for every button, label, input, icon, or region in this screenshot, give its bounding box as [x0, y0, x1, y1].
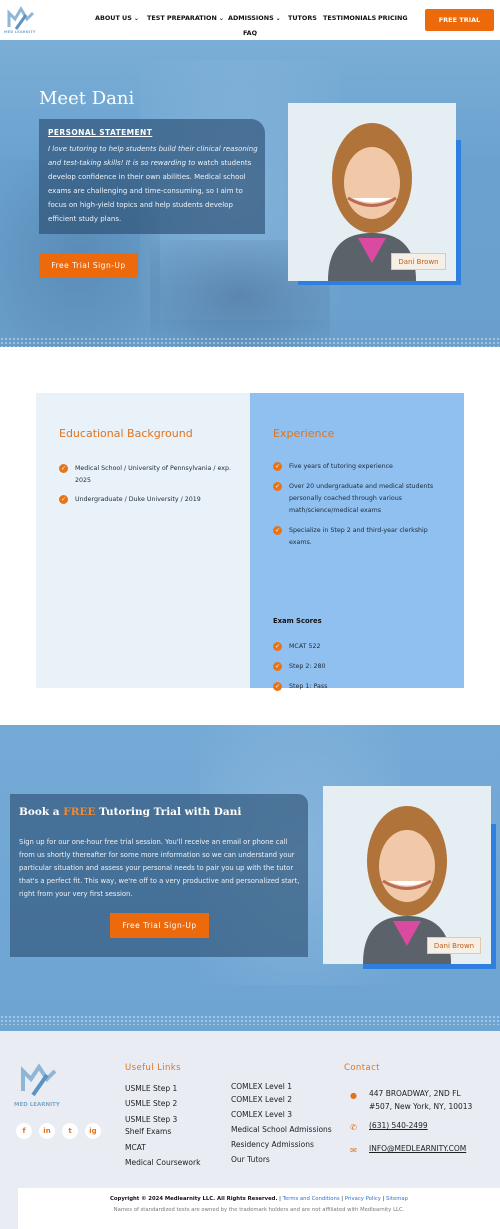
experience-item-text: Five years of tutoring experience [289, 463, 393, 470]
personal-statement-heading: PERSONAL STATEMENT [48, 128, 153, 137]
copyright-text: Copyright © 2024 Medlearnity LLC. All Ri… [110, 1196, 278, 1202]
experience-item-text: Specialize in Step 2 and third-year cler… [289, 527, 428, 546]
check-icon: ✓ [59, 495, 68, 504]
free-trial-signup-button[interactable]: Free Trial Sign-Up [39, 253, 138, 278]
trial-section: Book a FREE Tutoring Trial with Dani Sig… [0, 725, 500, 1031]
nav-faq[interactable]: FAQ [243, 29, 257, 37]
experience-title: Experience [273, 427, 335, 440]
exam-scores-title: Exam Scores [273, 617, 322, 625]
experience-item-text: Over 20 undergraduate and medical studen… [289, 483, 434, 514]
experience-panel: Experience ✓ Five years of tutoring expe… [250, 393, 464, 691]
chevron-down-icon: ⌄ [275, 15, 281, 22]
nav-admissions[interactable]: ADMISSIONS ⌄ [228, 14, 281, 22]
tutor-name-badge: Dani Brown [391, 253, 446, 270]
phone-link[interactable]: (631) 540-2499 [369, 1120, 428, 1132]
check-icon: ✓ [273, 642, 282, 651]
footer-logo-text: MED LEARNITY [14, 1102, 60, 1108]
footer-link[interactable]: Medical Coursework [125, 1158, 200, 1167]
dot-divider [0, 337, 500, 347]
footer-link[interactable]: Shelf Exams [125, 1127, 171, 1136]
check-icon: ✓ [273, 662, 282, 671]
education-title: Educational Background [59, 427, 193, 440]
contact-title: Contact [344, 1063, 380, 1073]
address-line-1: 447 BROADWAY, 2ND FL [369, 1089, 461, 1098]
footer-link[interactable]: USMLE Step 3 [125, 1115, 177, 1124]
trial-description: Sign up for our one-hour free trial sess… [19, 838, 300, 898]
privacy-link[interactable]: Privacy Policy [345, 1196, 381, 1202]
trial-title-post: Tutoring Trial with Dani [95, 806, 242, 818]
address-line-2: #507, New York, NY, 10013 [369, 1102, 473, 1111]
nav-test-preparation[interactable]: TEST PREPARATION ⌄ [147, 14, 224, 22]
dot-divider [0, 1015, 500, 1025]
footer-link[interactable]: Our Tutors [231, 1155, 270, 1164]
exam-score-text: Step 2: 280 [289, 663, 326, 670]
site-header: MED LEARNITY ABOUT US ⌄ TEST PREPARATION ⌄… [0, 0, 500, 40]
nav-tutors[interactable]: TUTORS [288, 14, 317, 22]
trial-title-pre: Book a [19, 806, 64, 818]
tutor-name-badge: Dani Brown [427, 937, 481, 954]
nav-testimonials[interactable]: TESTIMONIALS [323, 14, 376, 22]
education-panel: Educational Background ✓ Medical School … [36, 393, 250, 688]
education-item-text: Undergraduate / Duke University / 2019 [75, 496, 201, 503]
footer-link[interactable]: USMLE Step 2 [125, 1099, 177, 1108]
personal-statement-text: I love tutoring to help students build t… [48, 142, 260, 226]
medlearnity-logo-icon[interactable] [19, 1061, 59, 1097]
footer-link[interactable]: COMLEX Level 2 [231, 1095, 292, 1104]
free-trial-signup-button[interactable]: Free Trial Sign-Up [110, 913, 209, 938]
exam-score-text: MCAT 522 [289, 643, 321, 650]
footer-link[interactable]: Medical School Admissions [231, 1125, 332, 1134]
logo-text: MED LEARNITY [4, 30, 36, 34]
footer-link[interactable]: USMLE Step 1 [125, 1084, 177, 1093]
copyright-bar: Copyright © 2024 Medlearnity LLC. All Ri… [18, 1188, 500, 1229]
nav-pricing[interactable]: PRICING [378, 14, 408, 22]
email-link[interactable]: INFO@MEDLEARNITY.COM [369, 1143, 466, 1155]
hero-section: Meet Dani PERSONAL STATEMENT I love tuto… [0, 40, 500, 347]
location-pin-icon: ● [350, 1091, 357, 1100]
footer-link[interactable]: COMLEX Level 1 [231, 1082, 292, 1091]
footer-link[interactable]: Residency Admissions [231, 1140, 314, 1149]
check-icon: ✓ [273, 682, 282, 691]
trial-card: Book a FREE Tutoring Trial with Dani Sig… [10, 794, 308, 957]
twitter-icon[interactable]: t [62, 1123, 78, 1139]
chevron-down-icon: ⌄ [218, 15, 224, 22]
email-icon: ✉ [350, 1146, 357, 1155]
sitemap-link[interactable]: Sitemap [386, 1196, 408, 1202]
chevron-down-icon: ⌄ [133, 15, 139, 22]
check-icon: ✓ [273, 482, 282, 491]
terms-link[interactable]: Terms and Conditions [283, 1196, 340, 1202]
exam-score-text: Step 1: Pass [289, 683, 328, 690]
footer-link[interactable]: COMLEX Level 3 [231, 1110, 292, 1119]
phone-icon: ✆ [350, 1123, 357, 1132]
hero-title: Meet Dani [39, 88, 135, 109]
nav-about-us[interactable]: ABOUT US ⌄ [95, 14, 139, 22]
footer-link[interactable]: MCAT [125, 1143, 146, 1152]
personal-statement-card: PERSONAL STATEMENT I love tutoring to he… [39, 119, 265, 234]
instagram-icon[interactable]: ig [85, 1123, 101, 1139]
copyright-line: Copyright © 2024 Medlearnity LLC. All Ri… [110, 1196, 408, 1202]
facebook-icon[interactable]: f [16, 1123, 32, 1139]
check-icon: ✓ [59, 464, 68, 473]
trial-title-free: FREE [63, 806, 96, 818]
free-trial-button[interactable]: FREE TRIAL [425, 9, 494, 31]
disclaimer-text: Names of standardized tests are owned by… [113, 1207, 405, 1213]
check-icon: ✓ [273, 526, 282, 535]
personal-statement-rest: watch students develop confidence in the… [48, 159, 252, 223]
education-item-text: Medical School / University of Pennsylva… [75, 465, 231, 484]
site-footer: MED LEARNITY f in t ig Useful Links USML… [0, 1031, 500, 1229]
background-section: Educational Background ✓ Medical School … [0, 347, 500, 725]
linkedin-icon[interactable]: in [39, 1123, 55, 1139]
useful-links-title: Useful Links [125, 1063, 181, 1073]
trial-title: Book a FREE Tutoring Trial with Dani [19, 806, 241, 818]
check-icon: ✓ [273, 462, 282, 471]
